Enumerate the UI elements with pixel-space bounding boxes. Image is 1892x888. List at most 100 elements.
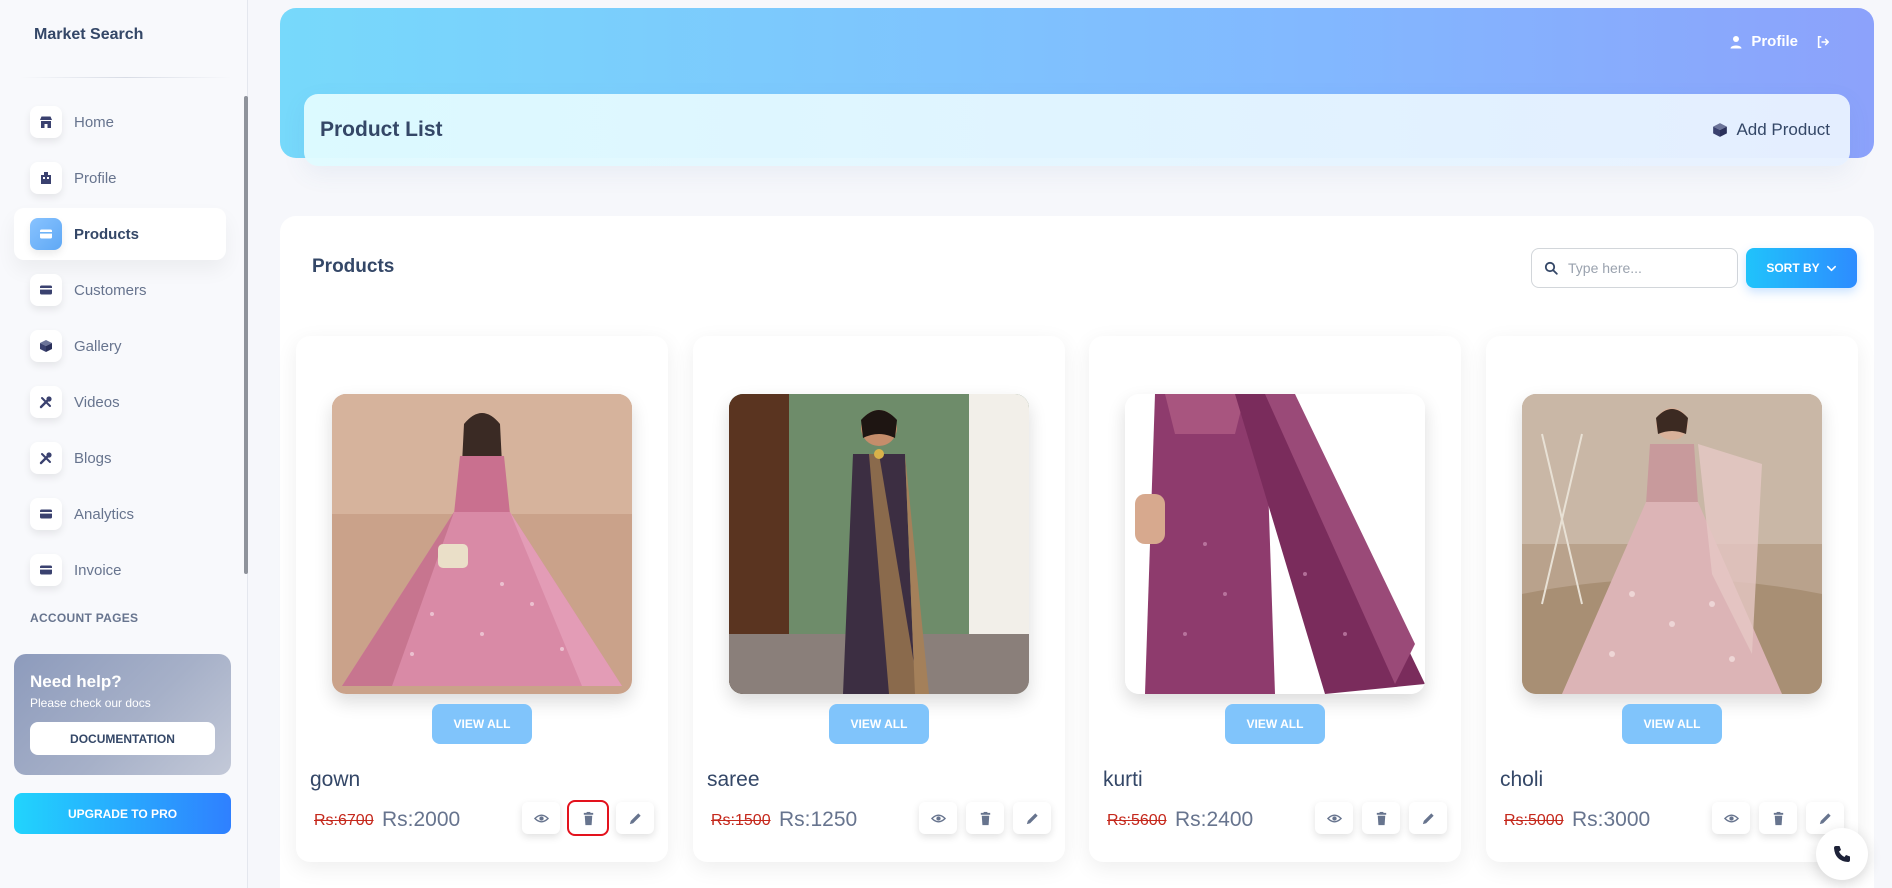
product-new-price: Rs:3000	[1572, 808, 1651, 831]
product-image-choli[interactable]	[1522, 394, 1822, 694]
sort-by-label: SORT BY	[1766, 261, 1820, 275]
sidebar-item-customers[interactable]: Customers	[14, 264, 226, 316]
view-all-button[interactable]: VIEW ALL	[432, 704, 532, 744]
sidebar-item-profile[interactable]: Profile	[14, 152, 226, 204]
sidebar: Market Search Home Profile Products Cust…	[0, 0, 248, 888]
tools-icon	[30, 386, 62, 418]
edit-product-button[interactable]	[1013, 802, 1051, 834]
box-icon	[1713, 123, 1728, 137]
view-all-button[interactable]: VIEW ALL	[829, 704, 929, 744]
help-card: Need help? Please check our docs DOCUMEN…	[14, 654, 231, 775]
pencil-icon	[1422, 812, 1434, 824]
edit-product-button[interactable]	[1409, 802, 1447, 834]
box-icon	[30, 330, 62, 362]
eye-icon	[1723, 814, 1739, 822]
documentation-button[interactable]: DOCUMENTATION	[30, 722, 215, 755]
chevron-down-icon	[1826, 265, 1836, 271]
product-name: kurti	[1103, 768, 1143, 791]
brand-name[interactable]: Market Search	[34, 26, 143, 44]
pencil-icon	[629, 812, 641, 824]
sidebar-item-label: Gallery	[74, 337, 122, 355]
credit-card-icon	[30, 274, 62, 306]
product-name: gown	[310, 768, 361, 791]
trash-icon	[1773, 811, 1783, 825]
sidebar-scrollbar[interactable]	[244, 96, 248, 574]
pencil-icon	[1819, 812, 1831, 824]
trash-icon	[1376, 811, 1386, 825]
credit-card-icon	[30, 498, 62, 530]
section-label-account-pages: ACCOUNT PAGES	[30, 611, 139, 625]
delete-product-button[interactable]	[1362, 802, 1400, 834]
sidebar-item-label: Blogs	[74, 449, 112, 467]
credit-card-icon	[30, 554, 62, 586]
view-product-button[interactable]	[522, 802, 560, 834]
office-icon	[30, 162, 62, 194]
sidebar-item-blogs[interactable]: Blogs	[14, 432, 226, 484]
delete-product-button[interactable]	[567, 800, 609, 836]
help-subtitle: Please check our docs	[30, 696, 151, 710]
product-card: VIEW ALL gown Rs:6700 Rs:2000	[296, 336, 668, 862]
tools-icon	[30, 442, 62, 474]
product-new-price: Rs:1250	[779, 808, 858, 831]
sidebar-item-label: Profile	[74, 169, 117, 187]
product-old-price: Rs:1500	[711, 812, 771, 829]
add-product-label: Add Product	[1736, 120, 1830, 139]
search-input[interactable]	[1568, 260, 1718, 276]
divider	[20, 77, 232, 78]
product-old-price: Rs:5600	[1107, 812, 1167, 829]
sidebar-item-analytics[interactable]: Analytics	[14, 488, 226, 540]
add-product-button[interactable]: Add Product	[1712, 120, 1830, 140]
sidebar-nav: Home Profile Products Customers Gallery	[14, 96, 226, 600]
eye-icon	[930, 814, 946, 822]
sidebar-item-label: Products	[74, 225, 140, 243]
edit-product-button[interactable]	[616, 802, 654, 834]
product-card: VIEW ALL choli Rs:5000 Rs:3000	[1486, 336, 1858, 862]
delete-product-button[interactable]	[1759, 802, 1797, 834]
view-all-button[interactable]: VIEW ALL	[1622, 704, 1722, 744]
sidebar-item-gallery[interactable]: Gallery	[14, 320, 226, 372]
product-image-kurti[interactable]	[1125, 394, 1425, 694]
view-all-button[interactable]: VIEW ALL	[1225, 704, 1325, 744]
logout-icon[interactable]	[1816, 35, 1830, 49]
upgrade-to-pro-button[interactable]: UPGRADE TO PRO	[14, 793, 231, 834]
sidebar-item-label: Home	[74, 113, 115, 131]
view-product-button[interactable]	[1315, 802, 1353, 834]
eye-icon	[1326, 814, 1342, 822]
page-title: Product List	[320, 118, 443, 141]
sidebar-item-label: Customers	[74, 281, 147, 299]
sidebar-item-home[interactable]: Home	[14, 96, 226, 148]
product-new-price: Rs:2400	[1175, 808, 1254, 831]
sidebar-item-label: Invoice	[74, 561, 122, 579]
view-product-button[interactable]	[919, 802, 957, 834]
product-name: choli	[1500, 768, 1544, 791]
product-card: VIEW ALL saree Rs:1500 Rs:1250	[693, 336, 1065, 862]
sidebar-item-products[interactable]: Products	[14, 208, 226, 260]
shop-icon	[30, 106, 62, 138]
sort-by-button[interactable]: SORT BY	[1746, 248, 1857, 288]
product-old-price: Rs:5000	[1504, 812, 1564, 829]
sidebar-item-label: Videos	[74, 393, 120, 411]
product-image-gown[interactable]	[332, 394, 632, 694]
phone-icon	[1834, 846, 1850, 862]
search-icon	[1544, 261, 1558, 275]
trash-icon	[980, 811, 990, 825]
search-box	[1531, 248, 1738, 288]
product-card: VIEW ALL kurti Rs:5600 Rs:2400	[1089, 336, 1461, 862]
sidebar-item-label: Analytics	[74, 505, 135, 523]
delete-product-button[interactable]	[966, 802, 1004, 834]
pencil-icon	[1026, 812, 1038, 824]
sidebar-item-videos[interactable]: Videos	[14, 376, 226, 428]
product-name: saree	[707, 768, 760, 791]
product-image-saree[interactable]	[729, 394, 1029, 694]
view-product-button[interactable]	[1712, 802, 1750, 834]
product-new-price: Rs:2000	[382, 808, 461, 831]
help-title: Need help?	[30, 672, 122, 691]
trash-icon	[583, 811, 593, 825]
sidebar-item-invoice[interactable]: Invoice	[14, 544, 226, 596]
credit-card-icon	[30, 218, 62, 250]
product-old-price: Rs:6700	[314, 812, 374, 829]
header-profile-link[interactable]: Profile	[1729, 33, 1830, 50]
phone-call-button[interactable]	[1816, 828, 1868, 880]
eye-icon	[533, 814, 549, 822]
page-header-card: Product List Add Product	[304, 94, 1850, 166]
